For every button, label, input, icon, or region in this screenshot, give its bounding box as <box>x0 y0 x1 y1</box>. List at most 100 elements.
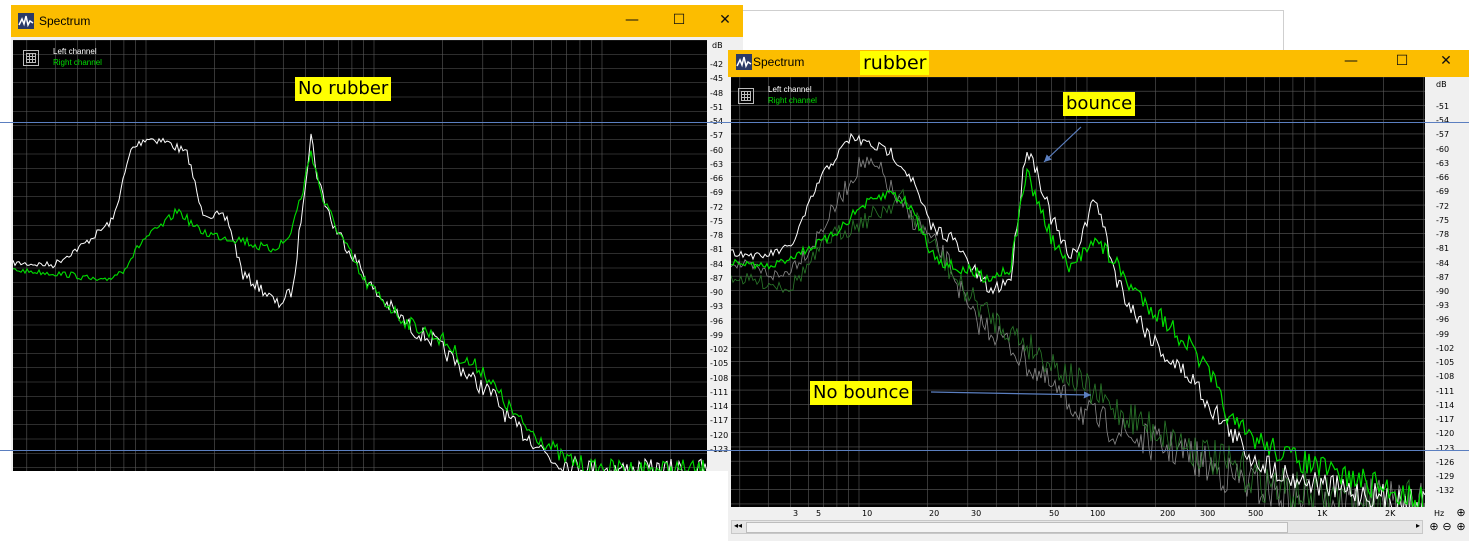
zoom-in-icon[interactable]: ⊕ <box>1428 521 1440 533</box>
db-tick-label: -132 <box>1436 486 1455 496</box>
db-tick-label: -75 <box>1436 215 1450 225</box>
db-tick-label: -126 <box>1436 457 1455 467</box>
db-tick-label: -96 <box>1436 315 1450 325</box>
callout-bounce: bounce <box>1063 92 1136 116</box>
no-bounce-arrow <box>930 391 1092 399</box>
scroll-right-arrow[interactable]: ▸ <box>1416 521 1420 530</box>
spectrum-window-left: Spectrum — ☐ ✕ Left channel Right channe… <box>11 5 743 471</box>
db-tick-label: -60 <box>1436 144 1450 154</box>
db-tick-label: -48 <box>710 88 724 98</box>
bounce-arrow <box>1043 126 1082 163</box>
titlebar[interactable]: Spectrum — ☐ ✕ <box>11 5 743 37</box>
hz-unit-label: Hz <box>1434 509 1445 518</box>
zoom-reset-icon[interactable]: ⊕ <box>1455 521 1467 533</box>
spectrum-plot[interactable]: Left channel Right channel bounce No bou… <box>731 77 1425 507</box>
db-tick-label: -117 <box>710 416 729 426</box>
legend-toggle-icon[interactable] <box>23 50 39 66</box>
db-tick-label: -96 <box>710 316 724 326</box>
db-tick-label: -78 <box>710 231 724 240</box>
db-tick-label: -72 <box>710 202 724 212</box>
freq-tick-label: 3 <box>793 509 799 518</box>
db-tick-label: -45 <box>710 74 724 84</box>
db-tick-label: -87 <box>1436 272 1450 282</box>
minimize-button[interactable]: — <box>1328 53 1374 69</box>
db-tick-label: -123 <box>1436 443 1455 453</box>
close-button[interactable]: ✕ <box>1423 53 1469 69</box>
db-tick-label: -90 <box>1436 286 1450 296</box>
db-tick-label: -63 <box>710 159 724 169</box>
db-tick-label: -99 <box>710 330 724 340</box>
no-bounce-left-trace <box>731 156 1425 507</box>
freq-tick-label: 300 <box>1200 509 1216 518</box>
db-tick-label: -51 <box>710 102 724 112</box>
spectrum-plot[interactable]: Left channel Right channel No rubber <box>13 40 707 471</box>
db-tick-label: -120 <box>1436 429 1455 439</box>
window-title: Spectrum <box>753 55 805 69</box>
db-tick-label: -72 <box>1436 201 1450 211</box>
db-tick-label: -102 <box>710 345 729 354</box>
maximize-button[interactable]: ☐ <box>656 12 702 28</box>
freq-tick-label: 30 <box>971 509 982 518</box>
legend: Left channel Right channel <box>53 46 102 68</box>
db-tick-label: -81 <box>710 245 724 255</box>
db-tick-label: -105 <box>710 359 729 369</box>
db-tick-label: -57 <box>1436 130 1450 140</box>
freq-tick-label: 500 <box>1248 509 1264 518</box>
db-tick-label: -117 <box>1436 415 1455 425</box>
db-tick-label: -57 <box>710 131 724 141</box>
db-tick-label: -111 <box>1436 386 1455 396</box>
db-tick-label: -114 <box>1436 400 1455 410</box>
db-tick-label: -108 <box>1436 372 1455 382</box>
db-tick-label: -78 <box>1436 230 1450 240</box>
callout-rubber: rubber <box>860 51 930 75</box>
db-tick-label: -111 <box>710 387 729 397</box>
zoom-icon[interactable]: ⊕ <box>1455 507 1467 519</box>
db-tick-label: -84 <box>710 259 724 269</box>
freq-tick-label: 1K <box>1317 509 1328 518</box>
db-unit-label: dB <box>712 41 723 50</box>
db-tick-label: -87 <box>710 273 724 283</box>
horizontal-scrollbar[interactable]: ◂◂ ▸ <box>731 520 1423 534</box>
db-tick-label: -75 <box>710 216 724 226</box>
db-tick-label: -102 <box>1436 343 1455 353</box>
db-tick-label: -129 <box>1436 471 1455 481</box>
scroll-left-arrow[interactable]: ◂◂ <box>734 521 742 530</box>
freq-tick-label: 20 <box>929 509 940 518</box>
db-tick-label: -105 <box>1436 358 1455 368</box>
spectrum-app-icon <box>18 13 34 29</box>
db-tick-label: -54 <box>1436 116 1450 126</box>
freq-tick-label: 10 <box>862 509 873 518</box>
freq-tick-label: 200 <box>1160 509 1176 518</box>
spectrum-graph <box>13 40 707 471</box>
minimize-button[interactable]: — <box>609 12 655 28</box>
db-tick-label: -60 <box>710 145 724 155</box>
titlebar[interactable]: Spectrum — ☐ ✕ <box>728 50 1469 77</box>
db-tick-label: -90 <box>710 288 724 297</box>
freq-tick-label: 100 <box>1090 509 1106 518</box>
zoom-out-icon[interactable]: ⊖ <box>1441 521 1453 533</box>
db-tick-label: -51 <box>1436 102 1450 111</box>
reference-line-top <box>0 122 1469 123</box>
freq-tick-label: 2K <box>1385 509 1396 518</box>
close-button[interactable]: ✕ <box>702 12 743 28</box>
legend: Left channel Right channel <box>768 84 817 106</box>
db-unit-label: dB <box>1436 80 1447 89</box>
legend-toggle-icon[interactable] <box>738 88 754 104</box>
window-title: Spectrum <box>39 14 91 28</box>
db-tick-label: -69 <box>710 188 724 198</box>
legend-left-channel: Left channel <box>53 47 97 56</box>
db-tick-label: -66 <box>1436 173 1450 183</box>
db-tick-label: -99 <box>1436 329 1450 339</box>
spectrum-window-right: Spectrum — ☐ ✕ Left channel Right channe… <box>728 50 1469 541</box>
db-tick-label: -66 <box>710 174 724 183</box>
spectrum-app-icon <box>736 54 752 70</box>
maximize-button[interactable]: ☐ <box>1379 53 1425 69</box>
spectrum-graph <box>731 77 1425 507</box>
legend-right-channel: Right channel <box>768 96 817 105</box>
db-tick-label: -42 <box>710 60 724 69</box>
left-channel-trace <box>13 133 707 471</box>
scroll-thumb[interactable] <box>746 522 1288 533</box>
right-channel-trace <box>731 167 1424 507</box>
db-tick-label: -108 <box>710 373 729 383</box>
db-tick-label: -93 <box>1436 301 1450 311</box>
